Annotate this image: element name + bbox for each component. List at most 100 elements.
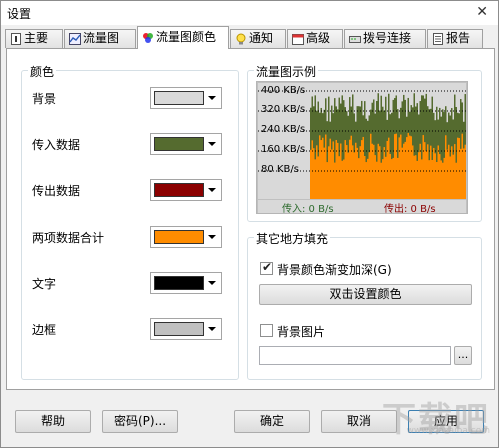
total-bar [323,147,325,199]
total-bar [376,161,378,199]
total-bar [454,144,456,199]
tab-label: 流量图颜色 [156,30,217,44]
total-bar [365,162,367,199]
total-bar [329,138,331,199]
chevron-down-icon [208,142,216,146]
total-bar [380,162,382,199]
total-bar [341,160,343,199]
total-bar [364,155,366,199]
color-picker-incoming[interactable] [150,133,222,155]
preview-group: 流量图示例 400 KB/s 320 KB/s 240 KB/s 160 KB/… [247,63,482,222]
total-bar [340,143,342,199]
color-picker-text[interactable] [150,272,222,294]
tab-graph[interactable]: 流量图 [64,29,136,48]
total-bar [413,155,415,199]
chevron-down-icon [208,96,216,100]
ok-button[interactable]: 确定 [234,410,310,433]
total-bar [428,160,430,199]
total-bar [335,139,337,199]
gradient-checkbox-label[interactable]: 背景颜色渐变加深(G) [277,261,392,278]
total-bar [463,148,465,199]
total-bar [431,159,433,199]
total-bar [397,157,399,199]
total-bar [425,151,427,199]
preview-group-title: 流量图示例 [254,63,319,80]
tab-label: 高级 [306,31,331,45]
traffic-graph-preview: 400 KB/s 320 KB/s 240 KB/s 160 KB/s 80 K… [256,81,468,215]
total-bar [464,144,466,199]
palette-icon [143,33,153,43]
total-bar [313,148,315,199]
total-bar [424,142,426,199]
total-bar [437,145,439,199]
tab-report[interactable]: 报告 [427,29,483,48]
colors-group: 颜色 背景 传入数据 传出数据 两项数据合计 文字 边框 [21,63,239,380]
color-swatch [154,322,204,336]
y-tick-label: 320 KB/s [261,104,306,115]
color-swatch [154,230,204,244]
other-fill-group-title: 其它地方填充 [254,230,331,247]
color-label-background: 背景 [32,92,57,106]
total-bar [406,137,408,199]
traffic-graph-footer: 传入: 0 B/s 传出: 0 B/s [258,200,466,215]
total-bar [404,141,406,199]
y-tick-label: 160 KB/s [261,144,306,155]
tab-dialup[interactable]: 拨号连接 [344,29,426,48]
total-bar [350,135,352,199]
total-bar [451,146,453,199]
color-label-text: 文字 [32,277,57,291]
total-bar [344,140,346,199]
color-picker-total[interactable] [150,226,222,248]
total-bar [415,155,417,199]
background-image-checkbox-label[interactable]: 背景图片 [277,323,325,340]
total-bar [349,139,351,199]
password-button[interactable]: 密码(P)... [102,410,178,433]
browse-button[interactable]: ... [454,346,472,365]
total-bar [434,153,436,199]
total-bar [442,162,444,199]
colors-group-title: 颜色 [28,63,57,80]
color-picker-background[interactable] [150,87,222,109]
total-bar [445,135,447,199]
tab-graph-colors[interactable]: 流量图颜色 [137,26,229,49]
tab-notify[interactable]: 通知 [230,29,286,48]
color-picker-outgoing[interactable] [150,179,222,201]
other-fill-group: 其它地方填充 ✔ 背景颜色渐变加深(G) 双击设置颜色 背景图片 ... [247,230,482,380]
info-icon [11,33,21,45]
tab-label: 主要 [24,31,49,45]
chevron-down-icon [208,281,216,285]
total-bar [353,152,355,199]
total-bar [386,140,388,199]
total-bar [356,147,358,199]
help-button[interactable]: 帮助 [15,410,91,433]
tab-bar: 主要 流量图 流量图颜色 通知 高级 拨号连接 报告 [5,26,496,49]
tab-main[interactable]: 主要 [5,29,63,48]
color-picker-border[interactable] [150,318,222,340]
total-bar [331,149,333,199]
bulb-icon [236,33,246,45]
total-bar [407,133,409,199]
chevron-down-icon [208,188,216,192]
close-icon[interactable]: ✕ [476,4,488,20]
set-color-button[interactable]: 双击设置颜色 [259,284,472,305]
total-bar [346,145,348,199]
total-bar [422,135,424,199]
total-bar [314,159,316,199]
tab-label: 流量图 [83,31,120,45]
total-bar [355,142,357,199]
color-label-total: 两项数据合计 [32,231,105,245]
y-tick-label: 400 KB/s [261,85,306,96]
total-bar [379,146,381,199]
tab-advanced[interactable]: 高级 [287,29,343,48]
background-image-checkbox[interactable] [260,324,273,337]
total-bar [325,134,327,199]
background-image-path-input[interactable] [259,346,451,365]
total-bar [374,155,376,199]
window-title: 设置 [7,7,32,21]
gradient-checkbox[interactable]: ✔ [260,260,273,275]
total-bar [338,156,340,199]
tab-panel: 颜色 背景 传入数据 传出数据 两项数据合计 文字 边框 流量图示例 400 K… [6,48,495,390]
total-bar [416,160,418,199]
total-bar [358,158,360,199]
report-icon [433,33,443,45]
